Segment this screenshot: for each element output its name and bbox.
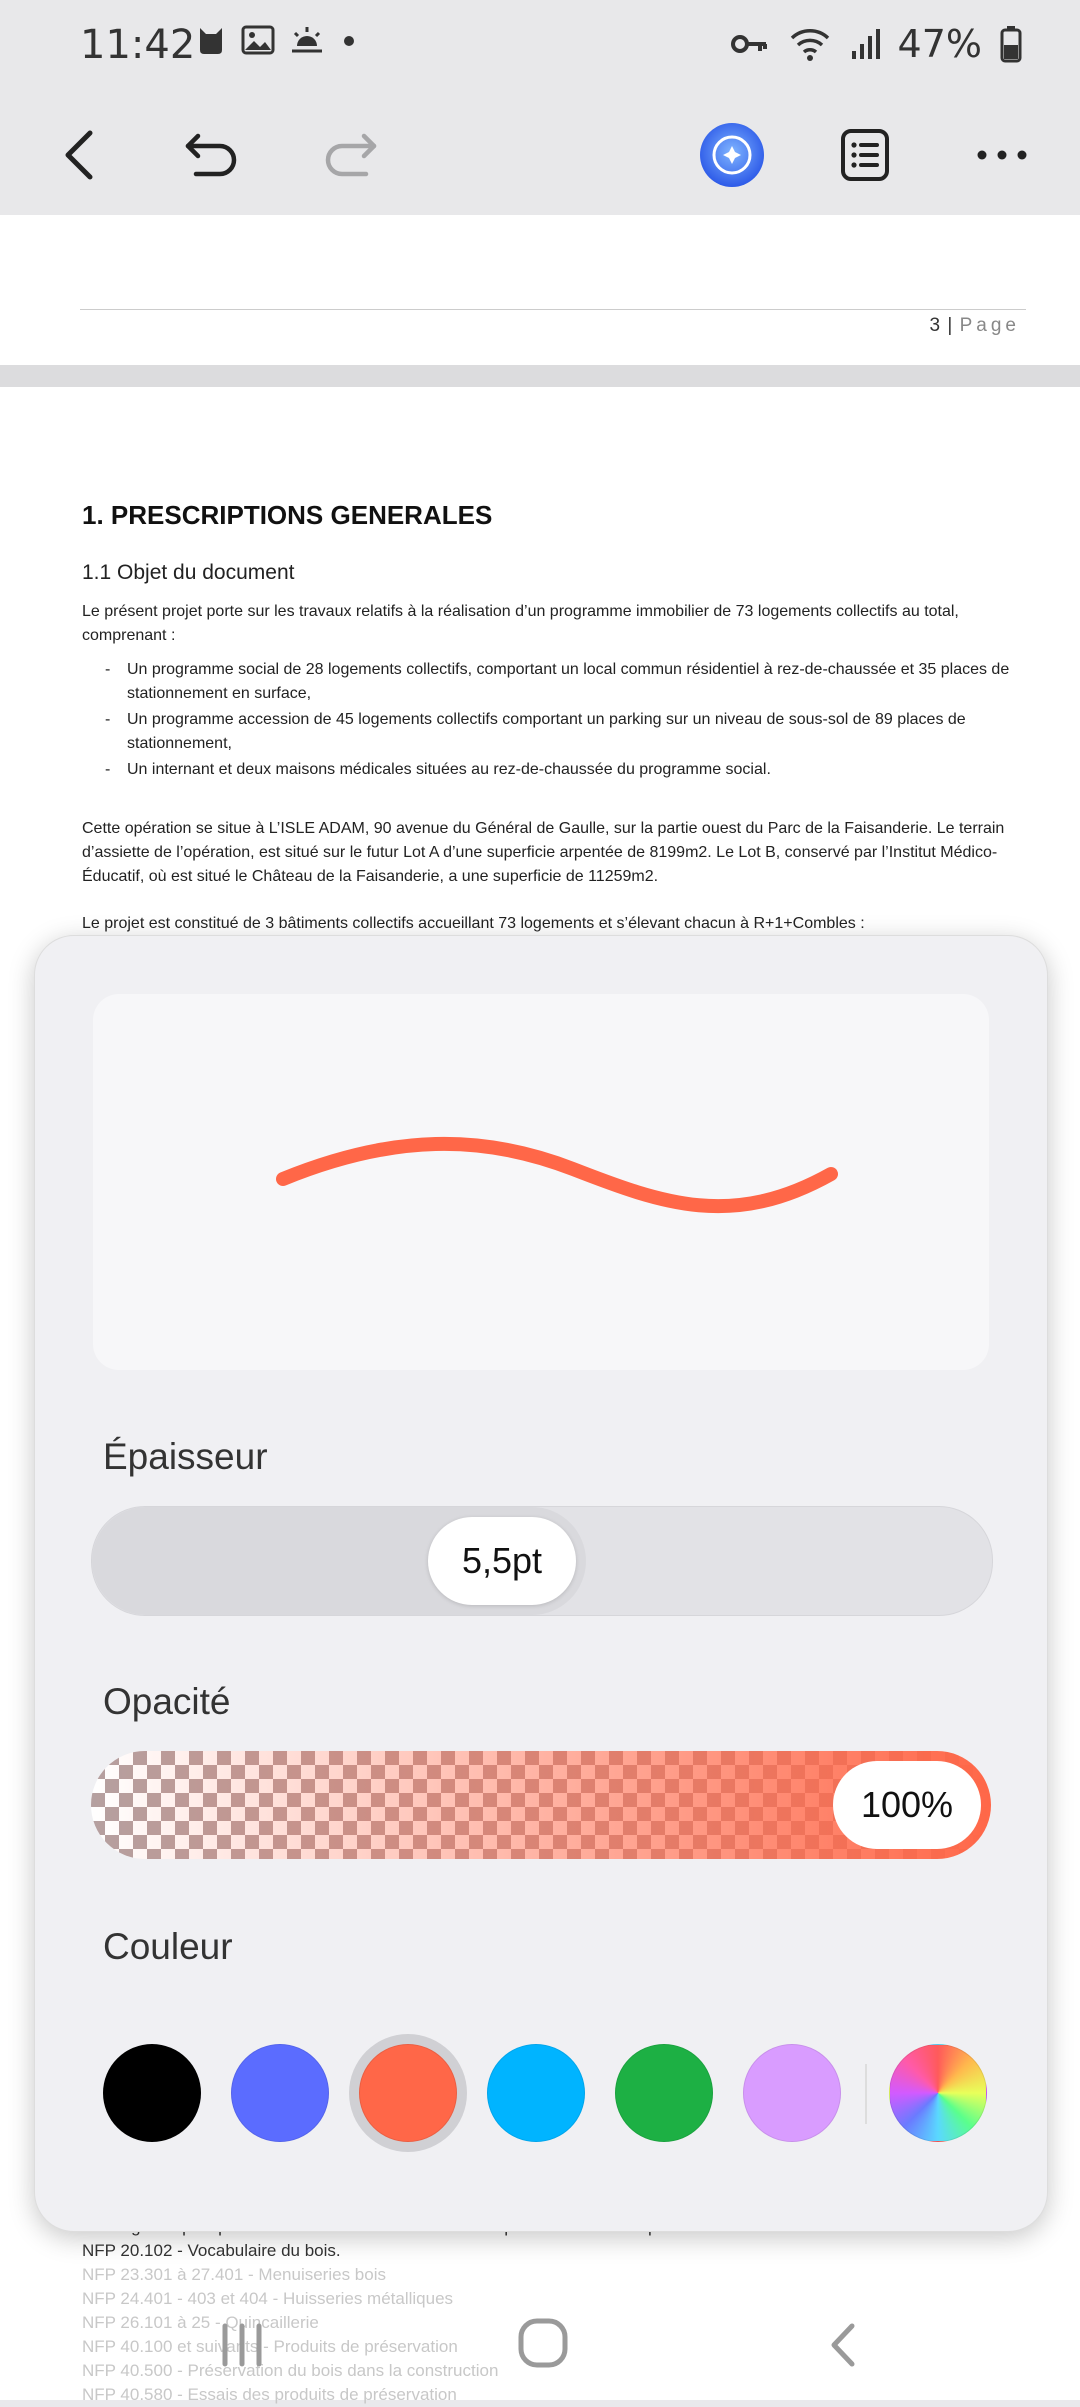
program-list: Un programme social de 28 logements coll… <box>105 658 1017 784</box>
ai-assistant-button[interactable] <box>690 113 774 197</box>
norm-line: NFP 23.301 à 27.401 - Menuiseries bois <box>82 2265 386 2284</box>
weather-sunrise-icon <box>292 27 322 53</box>
chevron-left-icon <box>65 130 93 180</box>
list-item: Un internant et deux maisons médicales s… <box>105 758 1017 782</box>
palette-divider <box>865 2064 867 2124</box>
opacity-slider[interactable]: 100% <box>91 1751 991 1859</box>
more-dots-icon <box>977 150 1027 160</box>
top-toolbar <box>0 95 1080 215</box>
status-time: 11:42 <box>80 22 196 68</box>
undo-icon <box>185 133 237 177</box>
list-item: Un programme social de 28 logements coll… <box>105 658 1017 706</box>
color-swatch-green[interactable] <box>615 2044 713 2142</box>
nav-back-icon[interactable] <box>820 2318 864 2372</box>
wifi-icon <box>790 29 829 61</box>
page-number: 3 | Page <box>929 315 1020 336</box>
recent-apps-icon[interactable] <box>215 2318 269 2372</box>
signal-icon <box>851 29 880 59</box>
battery-percent: 47% <box>897 22 982 66</box>
stroke-preview <box>93 994 989 1370</box>
section-heading: 1. PRESCRIPTIONS GENERALES <box>82 500 493 530</box>
page-number-value: 3 <box>929 315 942 336</box>
status-system-icons: 47% <box>730 22 1022 66</box>
image-icon <box>241 25 275 55</box>
list-view-button[interactable] <box>823 113 907 197</box>
color-label: Couleur <box>103 1926 233 1967</box>
battery-icon <box>1000 26 1022 63</box>
pen-settings-panel: Épaisseur 5,5pt Opacité 100% Couleur <box>34 935 1048 2232</box>
intro-paragraph: Le présent projet porte sur les travaux … <box>82 603 959 644</box>
redo-icon <box>325 133 377 177</box>
page-footer-rule <box>80 309 1026 310</box>
color-swatch-custom-spectrum[interactable] <box>889 2044 987 2142</box>
home-icon[interactable] <box>515 2315 571 2371</box>
page-label: Page <box>959 315 1020 336</box>
color-palette <box>103 2036 987 2146</box>
location-paragraph: Cette opération se situe à L’ISLE ADAM, … <box>82 820 1005 885</box>
list-item: Un programme accession de 45 logements c… <box>105 708 1017 756</box>
color-swatch-blue[interactable] <box>231 2044 329 2142</box>
dot-icon <box>344 36 354 46</box>
thickness-slider-thumb[interactable]: 5,5pt <box>428 1517 576 1605</box>
list-icon <box>841 129 889 181</box>
color-swatch-black[interactable] <box>103 2044 201 2142</box>
color-swatch-light-blue[interactable] <box>487 2044 585 2142</box>
ai-sparkle-icon <box>700 123 764 187</box>
redo-button[interactable] <box>308 113 392 197</box>
thickness-label: Épaisseur <box>103 1436 268 1477</box>
opacity-slider-thumb[interactable]: 100% <box>833 1761 981 1849</box>
vpn-key-icon <box>730 35 767 53</box>
stroke-preview-curve <box>276 1136 838 1214</box>
norm-line: NFP 20.102 - Vocabulaire du bois. <box>82 2241 341 2260</box>
undo-button[interactable] <box>170 113 254 197</box>
back-button[interactable] <box>38 113 122 197</box>
opacity-label: Opacité <box>103 1681 231 1722</box>
status-bar: 11:42 47% <box>0 0 1080 95</box>
cat-icon <box>200 28 222 54</box>
page-separator <box>0 365 1080 387</box>
system-nav-bar <box>0 2290 1080 2400</box>
project-paragraph: Le projet est constitué de 3 bâtiments c… <box>82 915 865 932</box>
thickness-slider[interactable]: 5,5pt <box>91 1506 993 1616</box>
color-swatch-orange-red[interactable] <box>359 2044 457 2142</box>
color-swatch-lavender[interactable] <box>743 2044 841 2142</box>
subsection-heading: 1.1 Objet du document <box>82 561 295 584</box>
more-options-button[interactable] <box>960 113 1044 197</box>
status-notification-icons <box>195 24 359 56</box>
